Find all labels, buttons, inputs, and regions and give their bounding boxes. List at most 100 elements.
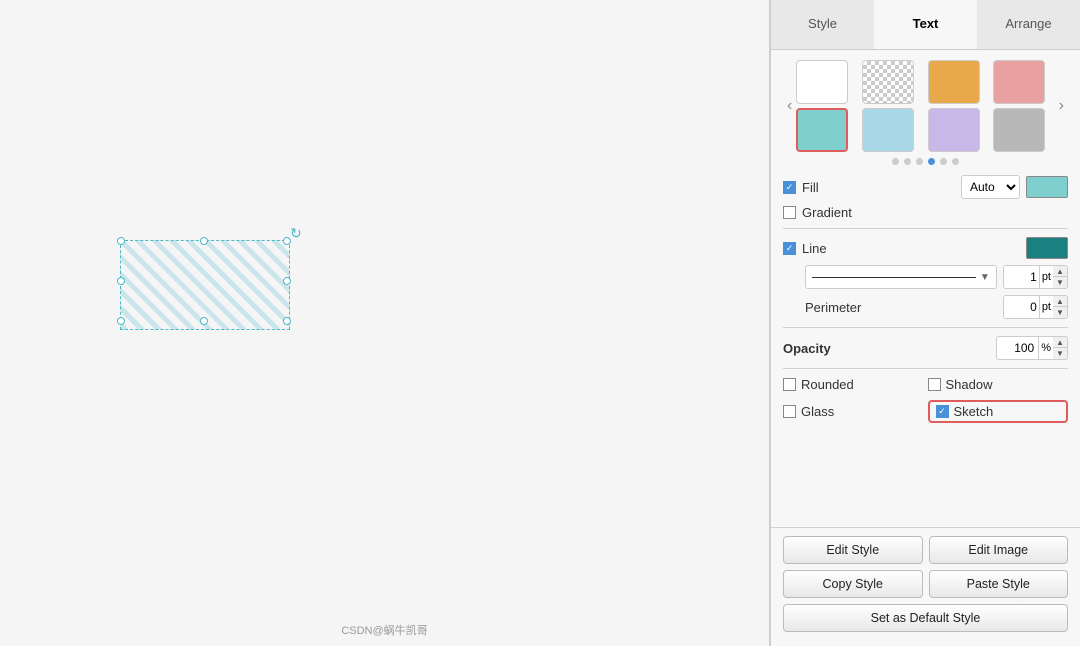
swatches-grid: [796, 60, 1054, 152]
divider-3: [783, 368, 1068, 369]
line-pt-field[interactable]: [1003, 265, 1039, 289]
gradient-row: Gradient: [783, 205, 1068, 220]
watermark: CSDN@蜗牛凯哥: [341, 622, 427, 638]
dot-5[interactable]: [940, 158, 947, 165]
line-pt-input: pt ▲ ▼: [1003, 265, 1068, 289]
opacity-field[interactable]: [996, 336, 1038, 360]
line-style-row: ▼ pt ▲ ▼: [805, 265, 1068, 289]
swatch-orange[interactable]: [928, 60, 980, 104]
rounded-label: Rounded: [801, 377, 854, 392]
tab-arrange[interactable]: Arrange: [977, 0, 1080, 49]
perimeter-up[interactable]: ▲: [1053, 296, 1067, 307]
fill-color-swatch[interactable]: [1026, 176, 1068, 198]
dot-1[interactable]: [892, 158, 899, 165]
buttons-section: Edit Style Edit Image Copy Style Paste S…: [771, 527, 1080, 646]
handle-top-right[interactable]: [283, 237, 291, 245]
handle-bot-right[interactable]: [283, 317, 291, 325]
shadow-label: Shadow: [946, 377, 993, 392]
checkboxes-grid: Rounded Shadow Glass Sketch: [783, 377, 1068, 423]
handle-top-mid[interactable]: [200, 237, 208, 245]
perimeter-label: Perimeter: [805, 300, 861, 315]
btn-row-3: Set as Default Style: [783, 604, 1068, 632]
line-style-preview: [812, 277, 976, 278]
line-style-arrow: ▼: [980, 272, 990, 283]
sketch-label: Sketch: [954, 404, 994, 419]
opacity-input-group: % ▲ ▼: [996, 336, 1068, 360]
fill-row: Fill Auto None Solid: [783, 175, 1068, 199]
divider-2: [783, 327, 1068, 328]
sketch-item: Sketch: [928, 400, 1069, 423]
dot-4[interactable]: [928, 158, 935, 165]
canvas-content: ↻: [0, 0, 769, 646]
btn-row-2: Copy Style Paste Style: [783, 570, 1068, 598]
tab-text[interactable]: Text: [874, 0, 977, 49]
perimeter-row: Perimeter pt ▲ ▼: [805, 295, 1068, 319]
swatch-checkered[interactable]: [862, 60, 914, 104]
opacity-unit: %: [1038, 336, 1053, 360]
line-label: Line: [802, 241, 827, 256]
swatches-section: ‹ ›: [783, 60, 1068, 152]
perimeter-down[interactable]: ▼: [1053, 307, 1067, 318]
line-pt-spinner: ▲ ▼: [1053, 265, 1068, 289]
dot-6[interactable]: [952, 158, 959, 165]
prev-arrow[interactable]: ‹: [783, 93, 796, 119]
rotate-handle[interactable]: ↻: [290, 225, 304, 239]
perimeter-input: pt ▲ ▼: [1003, 295, 1068, 319]
swatch-lightblue[interactable]: [862, 108, 914, 152]
dot-3[interactable]: [916, 158, 923, 165]
panel-content: ‹ › Fill: [771, 50, 1080, 527]
handle-top-left[interactable]: [117, 237, 125, 245]
right-panel: Style Text Arrange ‹ ›: [770, 0, 1080, 646]
line-pt-down[interactable]: ▼: [1053, 277, 1067, 288]
tab-style[interactable]: Style: [771, 0, 874, 49]
next-arrow[interactable]: ›: [1055, 93, 1068, 119]
swatch-lavender[interactable]: [928, 108, 980, 152]
swatch-teal[interactable]: [796, 108, 848, 152]
opacity-spinner: ▲ ▼: [1053, 336, 1068, 360]
handle-bot-mid[interactable]: [200, 317, 208, 325]
handle-mid-left[interactable]: [117, 277, 125, 285]
paste-style-button[interactable]: Paste Style: [929, 570, 1069, 598]
opacity-row: Opacity % ▲ ▼: [783, 336, 1068, 360]
line-checkbox[interactable]: [783, 242, 796, 255]
dots-pagination: [783, 158, 1068, 165]
fill-checkbox[interactable]: [783, 181, 796, 194]
line-row: Line: [783, 237, 1068, 259]
rounded-checkbox[interactable]: [783, 378, 796, 391]
sketch-checkbox[interactable]: [936, 405, 949, 418]
edit-image-button[interactable]: Edit Image: [929, 536, 1069, 564]
line-pt-up[interactable]: ▲: [1053, 266, 1067, 277]
line-color-swatch[interactable]: [1026, 237, 1068, 259]
gradient-checkbox[interactable]: [783, 206, 796, 219]
line-pt-unit: pt: [1039, 265, 1053, 289]
gradient-label: Gradient: [802, 205, 852, 220]
glass-item: Glass: [783, 400, 924, 423]
handle-bot-left[interactable]: [117, 317, 125, 325]
btn-row-1: Edit Style Edit Image: [783, 536, 1068, 564]
opacity-label: Opacity: [783, 341, 831, 356]
perimeter-unit: pt: [1039, 295, 1053, 319]
swatch-gray[interactable]: [993, 108, 1045, 152]
rounded-item: Rounded: [783, 377, 924, 392]
shape-container[interactable]: ↻: [100, 220, 310, 340]
line-style-selector[interactable]: ▼: [805, 265, 997, 289]
swatch-pink[interactable]: [993, 60, 1045, 104]
shadow-checkbox[interactable]: [928, 378, 941, 391]
edit-style-button[interactable]: Edit Style: [783, 536, 923, 564]
opacity-up[interactable]: ▲: [1053, 337, 1067, 348]
handle-mid-right[interactable]: [283, 277, 291, 285]
divider-1: [783, 228, 1068, 229]
glass-label: Glass: [801, 404, 834, 419]
tabs: Style Text Arrange: [771, 0, 1080, 50]
set-default-button[interactable]: Set as Default Style: [783, 604, 1068, 632]
swatch-white[interactable]: [796, 60, 848, 104]
perimeter-spinner: ▲ ▼: [1053, 295, 1068, 319]
opacity-down[interactable]: ▼: [1053, 348, 1067, 359]
glass-checkbox[interactable]: [783, 405, 796, 418]
shadow-item: Shadow: [928, 377, 1069, 392]
fill-label: Fill: [802, 180, 819, 195]
copy-style-button[interactable]: Copy Style: [783, 570, 923, 598]
perimeter-field[interactable]: [1003, 295, 1039, 319]
dot-2[interactable]: [904, 158, 911, 165]
fill-dropdown[interactable]: Auto None Solid: [961, 175, 1020, 199]
